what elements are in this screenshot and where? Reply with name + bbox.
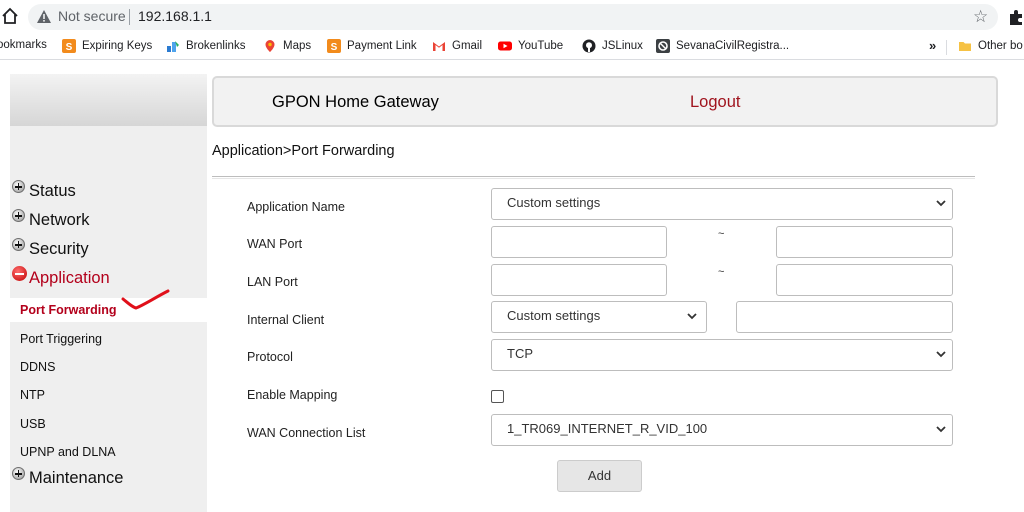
other-bookmarks-folder[interactable]: Other bo bbox=[958, 39, 1023, 53]
bookmark-item[interactable]: YouTube bbox=[498, 39, 563, 53]
sidebar-item-port-forwarding[interactable]: Port Forwarding bbox=[20, 303, 117, 317]
bookmark-star-icon[interactable]: ☆ bbox=[973, 8, 988, 25]
bookmark-label: Gmail bbox=[452, 40, 483, 52]
chevron-down-icon bbox=[936, 200, 946, 207]
expand-plus-icon bbox=[12, 467, 25, 480]
expand-plus-icon bbox=[12, 180, 25, 193]
warning-triangle-icon[interactable] bbox=[36, 9, 52, 24]
chevron-down-icon bbox=[936, 426, 946, 433]
bookmarks-separator bbox=[946, 40, 947, 55]
gateway-header: GPON Home Gateway Logout bbox=[212, 76, 998, 127]
chevron-down-icon bbox=[936, 351, 946, 358]
sidebar-group-label: Status bbox=[29, 182, 76, 200]
brokenlinks-icon bbox=[167, 41, 179, 52]
bookmark-label: YouTube bbox=[518, 40, 564, 52]
bookmark-item[interactable]: SevanaCivilRegistra... bbox=[656, 39, 789, 53]
wan-connection-list-label: WAN Connection List bbox=[247, 426, 366, 440]
breadcrumb: Application>Port Forwarding bbox=[212, 143, 395, 159]
sidebar-group-label: Security bbox=[29, 240, 89, 258]
internal-client-label: Internal Client bbox=[247, 313, 325, 327]
bookmark-label: Other bo bbox=[978, 40, 1023, 52]
sidebar-group-application[interactable]: Application bbox=[12, 266, 110, 288]
svg-text:S: S bbox=[66, 42, 73, 53]
bookmark-item[interactable]: Gmail bbox=[432, 39, 482, 53]
url-text[interactable]: 192.168.1.1 bbox=[138, 8, 212, 24]
youtube-icon bbox=[498, 41, 512, 51]
chevron-down-icon bbox=[687, 313, 697, 320]
collapse-minus-icon bbox=[12, 266, 27, 281]
gmail-icon bbox=[433, 42, 445, 51]
bookmark-label: SevanaCivilRegistra... bbox=[676, 40, 790, 52]
lan-port-end-input[interactable] bbox=[776, 264, 953, 296]
extensions-puzzle-icon[interactable] bbox=[1008, 8, 1024, 26]
bookmark-item[interactable]: JSLinux bbox=[582, 39, 643, 53]
lan-port-start-input[interactable] bbox=[491, 264, 667, 296]
bookmark-label: ookmarks bbox=[0, 39, 47, 51]
lan-port-range-separator: ~ bbox=[718, 266, 725, 278]
wan-connection-list-select[interactable]: 1_TR069_INTERNET_R_VID_100 bbox=[491, 414, 953, 446]
select-value: Custom settings bbox=[507, 195, 601, 210]
select-value: 1_TR069_INTERNET_R_VID_100 bbox=[507, 421, 708, 436]
sidebar-group-label: Application bbox=[29, 269, 110, 287]
wan-port-start-input[interactable] bbox=[491, 226, 667, 258]
add-button[interactable]: Add bbox=[557, 460, 642, 492]
s-square-icon: S bbox=[327, 39, 341, 53]
sidebar-item-usb[interactable]: USB bbox=[20, 417, 46, 431]
s-square-icon: S bbox=[62, 39, 76, 53]
wan-port-end-input[interactable] bbox=[776, 226, 953, 258]
bookmark-item[interactable]: S Payment Link bbox=[327, 39, 417, 53]
wan-port-label: WAN Port bbox=[247, 237, 303, 251]
security-status-label[interactable]: Not secure bbox=[58, 8, 126, 24]
sidebar-header-panel bbox=[10, 74, 207, 126]
bookmark-item[interactable]: ookmarks bbox=[0, 39, 47, 51]
application-name-select[interactable]: Custom settings bbox=[491, 188, 953, 220]
expand-plus-icon bbox=[12, 238, 25, 251]
bookmark-item[interactable]: Brokenlinks bbox=[166, 39, 245, 53]
more-bookmarks-chevron-icon[interactable]: » bbox=[929, 38, 936, 53]
breadcrumb-divider bbox=[212, 176, 975, 179]
folder-icon bbox=[959, 42, 971, 51]
bookmark-item[interactable]: S Expiring Keys bbox=[62, 39, 152, 53]
bookmark-item[interactable]: Maps bbox=[263, 39, 311, 53]
svg-text:S: S bbox=[331, 42, 338, 53]
router-page: GPON Home Gateway Logout Application>Por… bbox=[0, 62, 1024, 512]
sevana-icon bbox=[656, 39, 670, 53]
logout-link[interactable]: Logout bbox=[690, 93, 740, 112]
omnibox-separator bbox=[129, 9, 130, 25]
red-annotation-check-mark bbox=[121, 289, 170, 310]
sidebar-group-label: Maintenance bbox=[29, 469, 124, 487]
browser-address-bar: Not secure 192.168.1.1 ☆ bbox=[0, 0, 1024, 34]
protocol-select[interactable]: TCP bbox=[491, 339, 953, 371]
internal-client-select[interactable]: Custom settings bbox=[491, 301, 707, 333]
sidebar-group-label: Network bbox=[29, 211, 90, 229]
lan-port-label: LAN Port bbox=[247, 275, 298, 289]
home-icon[interactable] bbox=[2, 7, 18, 25]
sidebar-item-port-triggering[interactable]: Port Triggering bbox=[20, 332, 102, 346]
bookmarks-bar: ookmarks S Expiring Keys Brokenlinks Map… bbox=[0, 34, 1024, 60]
bookmark-label: Payment Link bbox=[347, 40, 417, 52]
sidebar-group-security[interactable]: Security bbox=[12, 238, 89, 259]
wan-port-range-separator: ~ bbox=[718, 228, 725, 240]
bookmark-label: Expiring Keys bbox=[82, 40, 153, 52]
brand-title: GPON Home Gateway bbox=[272, 93, 439, 111]
sidebar-item-upnp-dlna[interactable]: UPNP and DLNA bbox=[20, 445, 116, 459]
sidebar-group-network[interactable]: Network bbox=[12, 209, 90, 230]
map-pin-icon bbox=[265, 40, 275, 52]
github-icon bbox=[582, 39, 596, 53]
application-name-label: Application Name bbox=[247, 200, 345, 214]
bookmark-label: Brokenlinks bbox=[186, 40, 246, 52]
select-value: Custom settings bbox=[507, 308, 601, 323]
protocol-label: Protocol bbox=[247, 350, 293, 364]
sidebar-group-maintenance[interactable]: Maintenance bbox=[12, 467, 124, 488]
sidebar-item-ddns[interactable]: DDNS bbox=[20, 360, 55, 374]
enable-mapping-checkbox[interactable] bbox=[491, 390, 504, 403]
internal-client-ip-input[interactable] bbox=[736, 301, 953, 333]
sidebar-item-ntp[interactable]: NTP bbox=[20, 388, 45, 402]
expand-plus-icon bbox=[12, 209, 25, 222]
select-value: TCP bbox=[507, 346, 533, 361]
sidebar-group-status[interactable]: Status bbox=[12, 180, 76, 201]
bookmark-label: Maps bbox=[283, 40, 312, 52]
bookmark-label: JSLinux bbox=[602, 40, 643, 52]
enable-mapping-label: Enable Mapping bbox=[247, 388, 338, 402]
